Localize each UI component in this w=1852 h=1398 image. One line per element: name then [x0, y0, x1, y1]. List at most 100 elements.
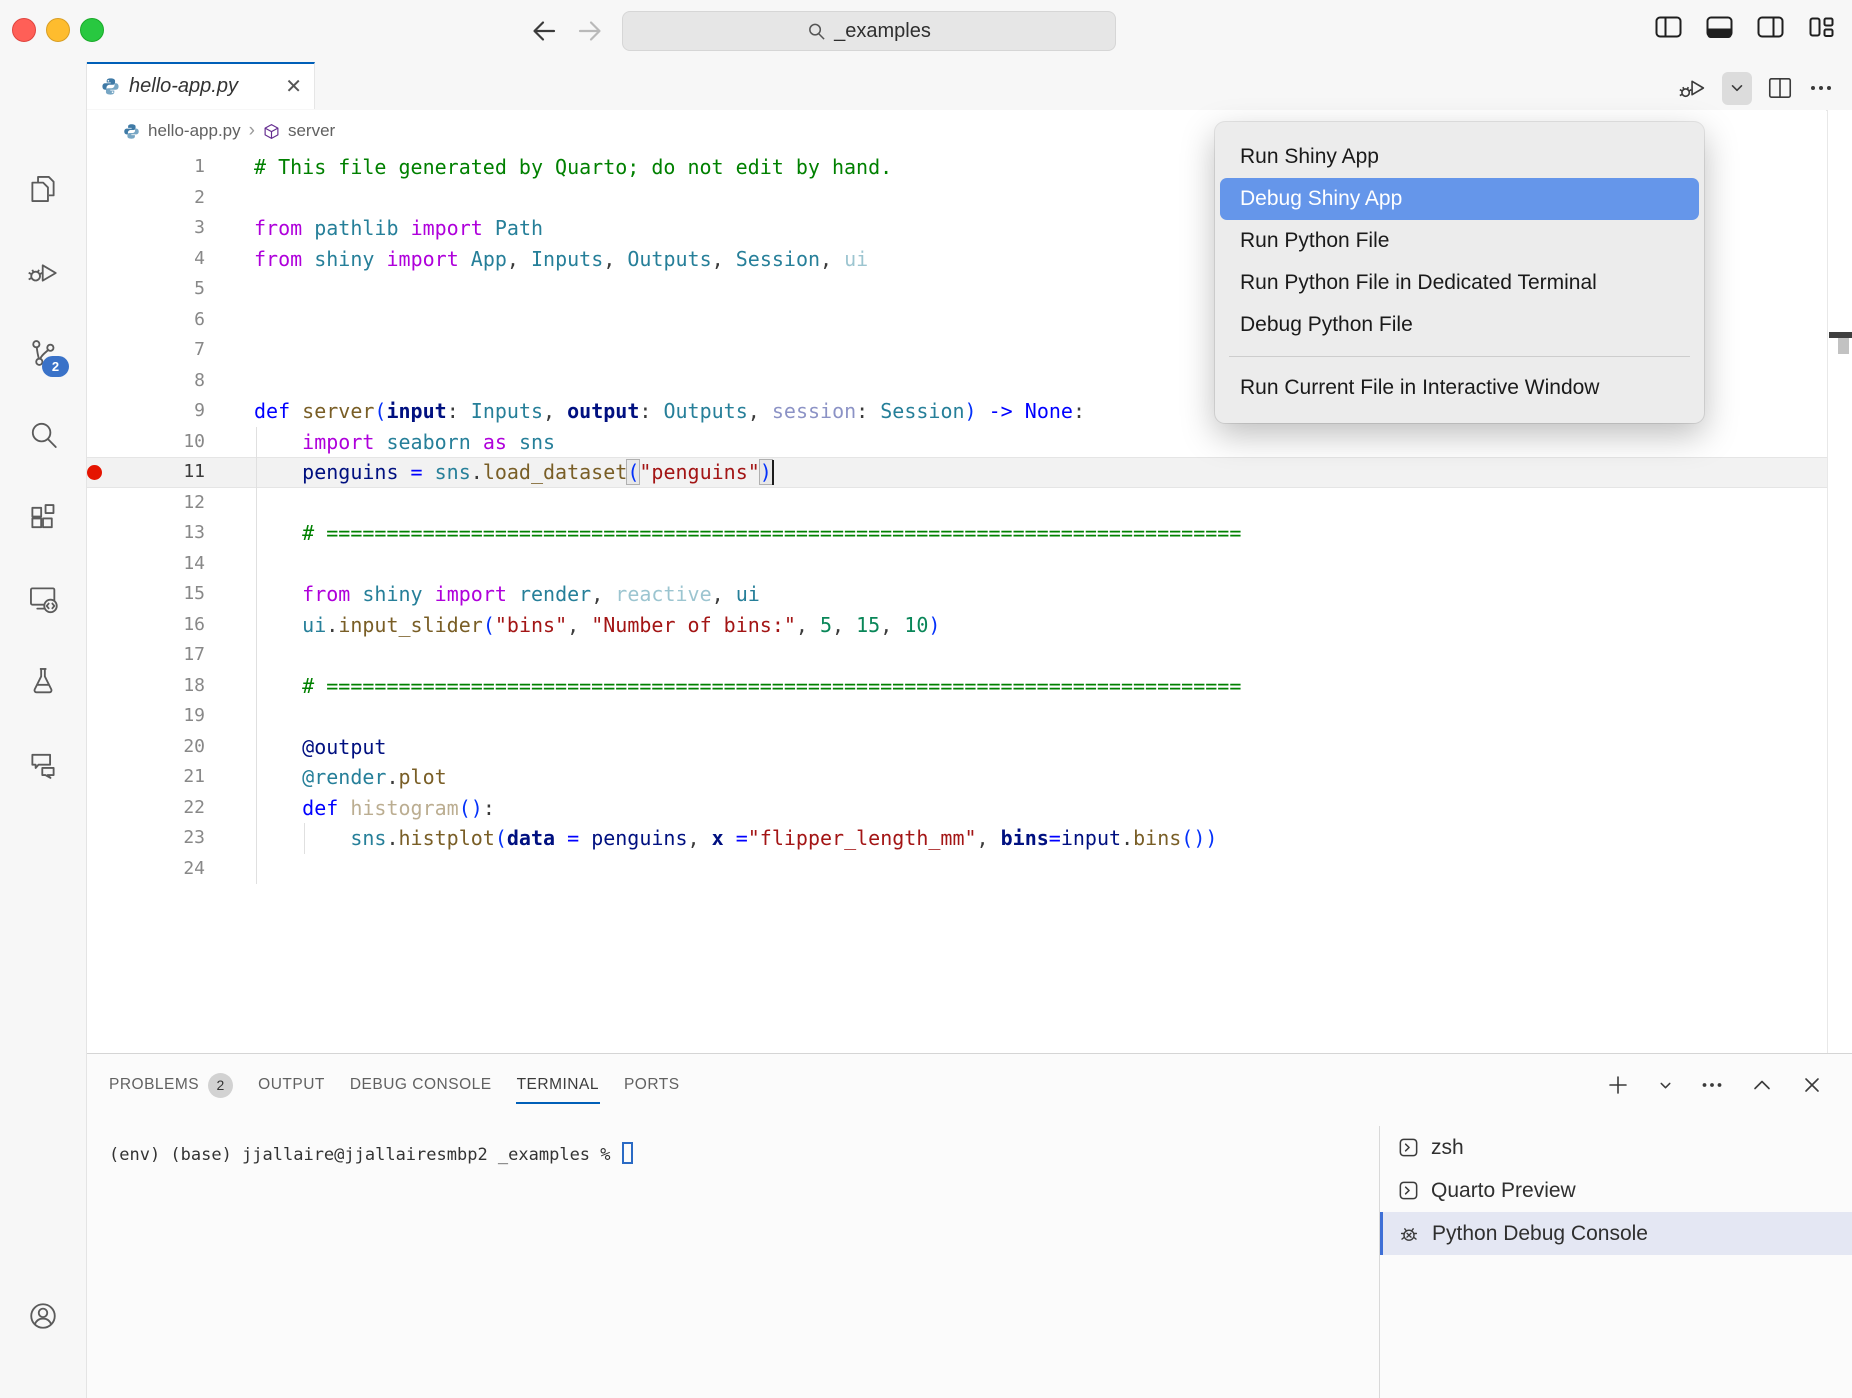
- line-number-gutter[interactable]: 15: [143, 579, 205, 610]
- line-number-gutter[interactable]: 9: [143, 396, 205, 427]
- code-line-content[interactable]: import seaborn as sns: [205, 427, 1827, 458]
- maximize-panel-icon[interactable]: [1750, 1073, 1774, 1097]
- close-window-button[interactable]: [12, 18, 36, 42]
- code-line[interactable]: 19: [87, 701, 1827, 732]
- breadcrumb-symbol[interactable]: server: [288, 121, 335, 141]
- line-number-gutter[interactable]: 24: [143, 854, 205, 885]
- line-number-gutter[interactable]: 19: [143, 701, 205, 732]
- code-line-content[interactable]: [205, 549, 1827, 580]
- code-line[interactable]: 14: [87, 549, 1827, 580]
- command-center-search[interactable]: _examples: [622, 11, 1116, 51]
- code-line[interactable]: 16 ui.input_slider("bins", "Number of bi…: [87, 610, 1827, 641]
- toggle-secondary-sidebar-icon[interactable]: [1756, 14, 1785, 40]
- code-line[interactable]: 21 @render.plot: [87, 762, 1827, 793]
- code-line[interactable]: 11 penguins = sns.load_dataset("penguins…: [87, 457, 1827, 488]
- line-number-gutter[interactable]: 6: [143, 305, 205, 336]
- line-number-gutter[interactable]: 20: [143, 732, 205, 763]
- run-options-chevron-icon[interactable]: [1722, 72, 1752, 105]
- code-line[interactable]: 22 def histogram():: [87, 793, 1827, 824]
- source-control-icon[interactable]: 2: [25, 335, 61, 371]
- scrollbar-thumb[interactable]: [1838, 338, 1849, 354]
- line-number-gutter[interactable]: 5: [143, 274, 205, 305]
- code-line-content[interactable]: from shiny import render, reactive, ui: [205, 579, 1827, 610]
- line-number-gutter[interactable]: 22: [143, 793, 205, 824]
- code-line-content[interactable]: # ======================================…: [205, 518, 1827, 549]
- terminal-prompt[interactable]: (env) (base) jjallaire@jjallairesmbp2 _e…: [109, 1142, 633, 1165]
- comments-icon[interactable]: [25, 746, 61, 782]
- line-number-gutter[interactable]: 14: [143, 549, 205, 580]
- panel-tab-ports[interactable]: PORTS: [624, 1076, 680, 1094]
- minimize-window-button[interactable]: [46, 18, 70, 42]
- line-number-gutter[interactable]: 4: [143, 244, 205, 275]
- code-line-content[interactable]: def histogram():: [205, 793, 1827, 824]
- explorer-icon[interactable]: [25, 171, 61, 207]
- editor-scrollbar[interactable]: [1827, 110, 1852, 1053]
- menu-item[interactable]: Debug Python File: [1215, 304, 1704, 346]
- code-line[interactable]: 10 import seaborn as sns: [87, 427, 1827, 458]
- line-number-gutter[interactable]: 10: [143, 427, 205, 458]
- line-number-gutter[interactable]: 1: [143, 152, 205, 183]
- tab-hello-app-py[interactable]: hello-app.py ✕: [87, 62, 315, 109]
- code-line-content[interactable]: @output: [205, 732, 1827, 763]
- terminal-profile-chevron-icon[interactable]: [1657, 1077, 1674, 1094]
- panel-tab-debug-console[interactable]: DEBUG CONSOLE: [350, 1076, 492, 1094]
- menu-item[interactable]: Run Python File: [1215, 220, 1704, 262]
- zoom-window-button[interactable]: [80, 18, 104, 42]
- split-editor-icon[interactable]: [1766, 74, 1794, 102]
- code-line[interactable]: 20 @output: [87, 732, 1827, 763]
- toggle-panel-icon[interactable]: [1705, 14, 1734, 40]
- code-line-content[interactable]: # ======================================…: [205, 671, 1827, 702]
- code-line-content[interactable]: sns.histplot(data = penguins, x ="flippe…: [205, 823, 1827, 854]
- code-line[interactable]: 24: [87, 854, 1827, 885]
- navigate-forward-icon[interactable]: [574, 15, 606, 47]
- code-line[interactable]: 13 # ===================================…: [87, 518, 1827, 549]
- menu-item[interactable]: Run Python File in Dedicated Terminal: [1215, 262, 1704, 304]
- code-line-content[interactable]: [205, 854, 1827, 885]
- menu-item[interactable]: Debug Shiny App: [1220, 178, 1699, 220]
- menu-item[interactable]: Run Current File in Interactive Window: [1215, 367, 1704, 409]
- code-line-content[interactable]: penguins = sns.load_dataset("penguins"): [205, 457, 1827, 488]
- terminal-list-item[interactable]: zsh: [1380, 1126, 1852, 1169]
- code-line[interactable]: 17: [87, 640, 1827, 671]
- navigate-back-icon[interactable]: [528, 15, 560, 47]
- line-number-gutter[interactable]: 7: [143, 335, 205, 366]
- more-actions-icon[interactable]: [1808, 75, 1834, 101]
- code-line[interactable]: 12: [87, 488, 1827, 519]
- line-number-gutter[interactable]: 18: [143, 671, 205, 702]
- tab-close-icon[interactable]: ✕: [285, 77, 302, 97]
- line-number-gutter[interactable]: 21: [143, 762, 205, 793]
- customize-layout-icon[interactable]: [1807, 14, 1836, 40]
- terminal-list-item[interactable]: Quarto Preview: [1380, 1169, 1852, 1212]
- panel-more-actions-icon[interactable]: [1700, 1073, 1724, 1097]
- code-line[interactable]: 23 sns.histplot(data = penguins, x ="fli…: [87, 823, 1827, 854]
- code-line-content[interactable]: [205, 488, 1827, 519]
- toggle-primary-sidebar-icon[interactable]: [1654, 14, 1683, 40]
- testing-icon[interactable]: [25, 663, 61, 699]
- line-number-gutter[interactable]: 16: [143, 610, 205, 641]
- terminal-list-item[interactable]: Python Debug Console: [1380, 1212, 1852, 1255]
- panel-tab-output[interactable]: OUTPUT: [258, 1076, 325, 1094]
- code-line-content[interactable]: [205, 640, 1827, 671]
- line-number-gutter[interactable]: 2: [143, 183, 205, 214]
- account-icon[interactable]: [25, 1298, 61, 1334]
- search-sidebar-icon[interactable]: [25, 417, 61, 453]
- remote-explorer-icon[interactable]: [25, 581, 61, 617]
- line-number-gutter[interactable]: 17: [143, 640, 205, 671]
- run-and-debug-icon[interactable]: [25, 253, 61, 289]
- menu-item[interactable]: Run Shiny App: [1215, 136, 1704, 178]
- code-line-content[interactable]: ui.input_slider("bins", "Number of bins:…: [205, 610, 1827, 641]
- line-number-gutter[interactable]: 8: [143, 366, 205, 397]
- line-number-gutter[interactable]: 3: [143, 213, 205, 244]
- debug-run-icon[interactable]: [1678, 73, 1708, 103]
- line-number-gutter[interactable]: 23: [143, 823, 205, 854]
- code-line[interactable]: 18 # ===================================…: [87, 671, 1827, 702]
- close-panel-icon[interactable]: [1800, 1073, 1824, 1097]
- panel-tab-terminal[interactable]: TERMINAL: [517, 1076, 599, 1094]
- line-number-gutter[interactable]: 11: [143, 457, 205, 488]
- extensions-icon[interactable]: [25, 499, 61, 535]
- code-line-content[interactable]: [205, 701, 1827, 732]
- panel-tab-problems[interactable]: PROBLEMS2: [109, 1073, 233, 1098]
- line-number-gutter[interactable]: 12: [143, 488, 205, 519]
- code-line-content[interactable]: @render.plot: [205, 762, 1827, 793]
- new-terminal-icon[interactable]: [1605, 1072, 1631, 1098]
